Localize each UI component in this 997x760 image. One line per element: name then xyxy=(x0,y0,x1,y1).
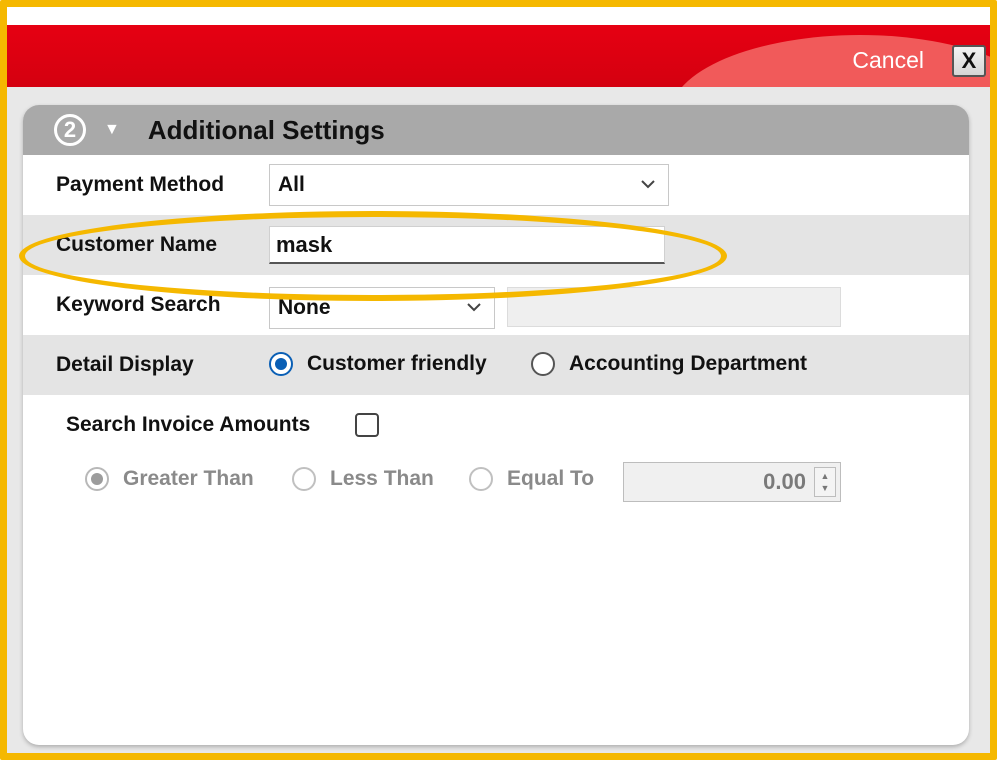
radio-unselected-icon xyxy=(469,467,493,491)
payment-method-select[interactable]: All xyxy=(269,164,669,206)
payment-method-label: Payment Method xyxy=(56,173,225,196)
search-invoice-row: Search Invoice Amounts xyxy=(23,395,969,455)
cancel-button[interactable]: Cancel xyxy=(852,47,924,74)
radio-label: Greater Than xyxy=(123,467,254,490)
radio-selected-icon xyxy=(269,352,293,376)
close-button[interactable]: X xyxy=(952,45,986,77)
payment-method-value: All xyxy=(278,173,305,196)
panel-title: Additional Settings xyxy=(147,114,385,145)
app-frame: Cancel X 2 ▼ Additional Settings Payment… xyxy=(0,0,997,760)
keyword-search-row: Keyword Search None xyxy=(23,275,969,335)
radio-label: Equal To xyxy=(507,467,595,490)
keyword-search-input[interactable] xyxy=(507,287,841,327)
panel-header[interactable]: 2 ▼ Additional Settings xyxy=(23,105,969,155)
close-icon: X xyxy=(961,48,977,73)
radio-label: Less Than xyxy=(330,467,434,490)
collapse-triangle-icon[interactable]: ▼ xyxy=(104,121,120,139)
detail-display-label: Detail Display xyxy=(56,353,194,376)
spinner-up-icon[interactable]: ▲ xyxy=(821,470,830,482)
radio-unselected-icon xyxy=(292,467,316,491)
radio-less-than[interactable]: Less Than xyxy=(292,467,434,491)
chevron-down-icon xyxy=(467,303,481,312)
search-invoice-checkbox[interactable] xyxy=(355,413,379,437)
customer-name-row: Customer Name mask xyxy=(23,215,969,275)
header-swoosh xyxy=(670,35,990,87)
radio-selected-icon xyxy=(85,467,109,491)
keyword-search-value: None xyxy=(278,296,331,319)
step-number-badge: 2 xyxy=(54,114,86,146)
amount-value: 0.00 xyxy=(763,469,806,494)
comparison-row: Greater Than Less Than Equal To 0.00 ▲ ▼ xyxy=(23,457,969,517)
amount-spinner[interactable]: 0.00 ▲ ▼ xyxy=(623,462,841,502)
search-invoice-label: Search Invoice Amounts xyxy=(66,413,311,436)
radio-label: Accounting Department xyxy=(569,352,808,375)
radio-label: Customer friendly xyxy=(307,352,487,375)
radio-equal-to[interactable]: Equal To xyxy=(469,467,594,491)
radio-greater-than[interactable]: Greater Than xyxy=(85,467,254,491)
customer-name-label: Customer Name xyxy=(56,233,218,256)
keyword-search-select[interactable]: None xyxy=(269,287,495,329)
additional-settings-panel: 2 ▼ Additional Settings Payment Method A… xyxy=(23,105,969,745)
header-bar: Cancel X xyxy=(7,25,990,87)
spinner-down-icon[interactable]: ▼ xyxy=(821,482,830,494)
chevron-down-icon xyxy=(641,180,655,189)
radio-unselected-icon xyxy=(531,352,555,376)
top-strip xyxy=(7,7,990,25)
payment-method-row: Payment Method All xyxy=(23,155,969,215)
spinner-arrows-icon[interactable]: ▲ ▼ xyxy=(814,467,836,497)
detail-display-row: Detail Display Customer friendly Account… xyxy=(23,335,969,395)
keyword-search-label: Keyword Search xyxy=(56,293,221,316)
radio-customer-friendly[interactable]: Customer friendly xyxy=(269,352,487,376)
radio-accounting-department[interactable]: Accounting Department xyxy=(531,352,807,376)
customer-name-input[interactable]: mask xyxy=(269,226,665,264)
